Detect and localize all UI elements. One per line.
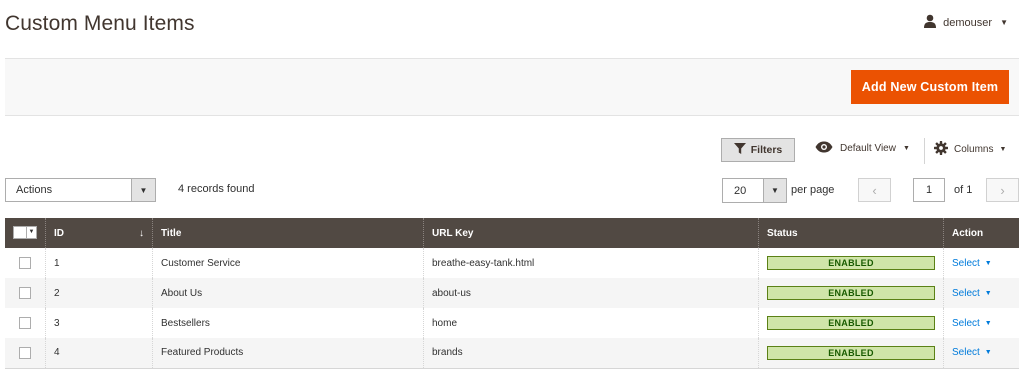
select-action-label: Select <box>952 347 980 359</box>
chevron-down-icon: ▼ <box>984 289 992 297</box>
status-cell: ENABLED <box>758 338 944 369</box>
page-title: Custom Menu Items <box>5 12 195 35</box>
title-cell: Customer Service <box>152 248 424 278</box>
records-found: 4 records found <box>178 183 255 195</box>
mass-select-header[interactable]: ▼ <box>5 218 46 248</box>
action-cell: Select ▼ <box>943 248 1019 278</box>
user-icon <box>923 14 937 31</box>
row-checkbox[interactable] <box>19 346 31 359</box>
row-select-cell <box>5 248 46 278</box>
select-action-link[interactable]: Select ▼ <box>952 288 992 299</box>
filters-label: Filters <box>750 144 783 156</box>
add-new-custom-item-button[interactable]: Add New Custom Item <box>851 70 1009 104</box>
title-cell: About Us <box>152 278 424 308</box>
id-cell: 3 <box>45 308 153 338</box>
chevron-down-icon: ▼ <box>999 146 1007 153</box>
previous-page-button[interactable]: ‹ <box>858 178 891 202</box>
action-cell: Select ▼ <box>943 308 1019 338</box>
url-key-cell: breathe-easy-tank.html <box>423 248 759 278</box>
action-cell: Select ▼ <box>943 338 1019 369</box>
row-checkbox[interactable] <box>19 317 31 329</box>
id-cell: 2 <box>45 278 153 308</box>
table-row: 2 About Us about-us ENABLED Select ▼ <box>5 278 1019 308</box>
chevron-down-icon: ▼ <box>984 349 992 357</box>
toolbar-divider <box>924 138 925 164</box>
title-cell: Bestsellers <box>152 308 424 338</box>
select-action-label: Select <box>952 257 980 269</box>
chevron-left-icon: ‹ <box>872 182 877 198</box>
per-page-label: per page <box>791 184 835 196</box>
chevron-down-icon: ▼ <box>763 179 786 202</box>
url-key-cell: brands <box>423 338 759 369</box>
eye-icon <box>815 141 833 156</box>
title-cell: Featured Products <box>152 338 424 369</box>
mass-actions-select[interactable]: Actions ▼ <box>5 178 156 202</box>
columns-dropdown[interactable]: Columns ▼ <box>934 141 1006 158</box>
row-checkbox[interactable] <box>19 287 31 299</box>
select-action-label: Select <box>952 287 980 299</box>
url-key-cell: home <box>423 308 759 338</box>
table-row: 1 Customer Service breathe-easy-tank.htm… <box>5 248 1019 278</box>
row-checkbox[interactable] <box>19 257 31 269</box>
row-select-cell <box>5 338 46 369</box>
per-page-value: 20 <box>734 184 747 197</box>
chevron-down-icon: ▼ <box>28 228 35 235</box>
page-total: of 1 <box>954 184 973 196</box>
column-header-status[interactable]: Status <box>758 218 944 248</box>
status-cell: ENABLED <box>758 248 944 278</box>
default-view-dropdown[interactable]: Default View ▼ <box>815 141 910 156</box>
action-cell: Select ▼ <box>943 278 1019 308</box>
mass-select-checkbox[interactable]: ▼ <box>13 225 37 239</box>
url-key-cell: about-us <box>423 278 759 308</box>
funnel-icon <box>733 143 746 157</box>
custom-menu-items-grid: ▼ ID ↓ Title URL Key Status Action 1 Cust… <box>5 218 1019 369</box>
columns-label: Columns <box>954 144 994 155</box>
column-header-action: Action <box>943 218 1019 248</box>
column-header-title[interactable]: Title <box>152 218 424 248</box>
sort-arrow-icon: ↓ <box>139 227 144 239</box>
row-select-cell <box>5 308 46 338</box>
column-header-id-label: ID <box>54 227 64 239</box>
page-actions-bar: Add New Custom Item <box>5 58 1019 116</box>
select-action-link[interactable]: Select ▼ <box>952 258 992 269</box>
column-header-url-key[interactable]: URL Key <box>423 218 759 248</box>
status-badge: ENABLED <box>767 256 935 270</box>
mass-select-box <box>14 226 27 238</box>
status-badge: ENABLED <box>767 316 935 330</box>
status-cell: ENABLED <box>758 278 944 308</box>
chevron-right-icon: › <box>1000 182 1005 198</box>
chevron-down-icon: ▼ <box>1000 18 1008 27</box>
row-select-cell <box>5 278 46 308</box>
default-view-label: Default View <box>840 143 896 154</box>
current-page-input[interactable]: 1 <box>913 178 945 202</box>
select-action-link[interactable]: Select ▼ <box>952 347 992 358</box>
select-action-label: Select <box>952 317 980 329</box>
table-row: 4 Featured Products brands ENABLED Selec… <box>5 338 1019 369</box>
user-menu[interactable]: demouser ▼ <box>923 14 1008 31</box>
chevron-down-icon: ▼ <box>902 145 910 152</box>
mass-actions-label: Actions <box>16 184 53 196</box>
table-header-row: ▼ ID ↓ Title URL Key Status Action <box>5 218 1019 248</box>
status-badge: ENABLED <box>767 286 935 300</box>
per-page-select[interactable]: 20 ▼ <box>722 178 787 203</box>
column-header-id[interactable]: ID ↓ <box>45 218 153 248</box>
id-cell: 1 <box>45 248 153 278</box>
status-badge: ENABLED <box>767 345 935 360</box>
status-cell: ENABLED <box>758 308 944 338</box>
next-page-button[interactable]: › <box>986 178 1019 202</box>
id-cell: 4 <box>45 338 153 369</box>
table-row: 3 Bestsellers home ENABLED Select ▼ <box>5 308 1019 338</box>
user-name: demouser <box>943 16 993 29</box>
select-action-link[interactable]: Select ▼ <box>952 318 992 329</box>
gear-icon <box>934 141 948 158</box>
chevron-down-icon: ▼ <box>984 319 992 327</box>
filters-button[interactable]: Filters <box>721 138 795 162</box>
chevron-down-icon: ▼ <box>131 179 155 201</box>
chevron-down-icon: ▼ <box>984 259 992 267</box>
